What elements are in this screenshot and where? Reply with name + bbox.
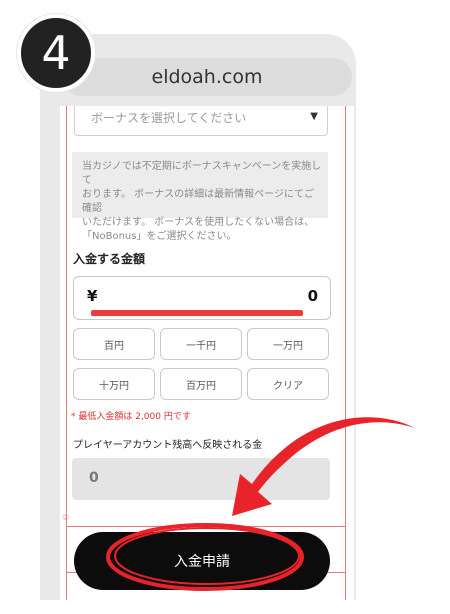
notice-line: 「NoBonus」をご選択ください。: [82, 231, 237, 242]
notice-line: 当カジノでは不定期にボーナスキャンペーンを実施して: [82, 161, 322, 186]
url-bar[interactable]: eldoah.com: [62, 58, 352, 96]
quick-amount-hundred-thousand-button[interactable]: 十万円: [73, 368, 155, 400]
quick-amount-ten-thousand-button[interactable]: 一万円: [247, 328, 329, 360]
bonus-notice: 当カジノでは不定期にボーナスキャンペーンを実施して おります。 ボーナスの詳細は…: [72, 152, 328, 242]
min-deposit-note: * 最低入金額は 2,000 円です: [71, 412, 191, 422]
reflected-balance-field: 0: [72, 458, 330, 500]
section-number: ③: [62, 513, 70, 522]
quick-amount-hundred-button[interactable]: 百円: [73, 328, 155, 360]
bonus-select-placeholder: ボーナスを選択してください: [91, 111, 247, 125]
notice-line: いただけます。 ボーナスを使用したくない場合は、: [82, 217, 315, 228]
clear-button[interactable]: クリア: [247, 368, 329, 400]
amount-value: 0: [307, 287, 318, 305]
deposit-amount-input[interactable]: ¥ 0: [73, 276, 331, 320]
phone-frame: eldoah.com ボーナスを選択してください ▼ 当カジノでは不定期にボーナ…: [40, 34, 356, 600]
caret-down-icon: ▼: [310, 111, 318, 122]
deposit-form-screen: ボーナスを選択してください ▼ 当カジノでは不定期にボーナスキャンペーンを実施し…: [60, 106, 354, 600]
reflected-balance-label: プレイヤーアカウント残高へ反映される金: [73, 440, 263, 451]
deposit-request-button[interactable]: 入金申請: [74, 532, 330, 590]
reflected-balance-value: 0: [89, 470, 99, 486]
step-number-badge: 4: [17, 14, 95, 92]
deposit-amount-label: 入金する金額: [73, 252, 146, 266]
bonus-select[interactable]: ボーナスを選択してください ▼: [74, 106, 328, 136]
quick-amount-million-button[interactable]: 百万円: [160, 368, 242, 400]
quick-amount-thousand-button[interactable]: 一千円: [160, 328, 242, 360]
notice-line: おります。 ボーナスの詳細は最新情報ページにてご確認: [82, 189, 314, 214]
currency-symbol: ¥: [87, 287, 98, 305]
red-underline-highlight: [91, 310, 303, 316]
quick-amount-buttons: 百円 一千円 一万円 十万円 百万円 クリア: [73, 328, 329, 400]
